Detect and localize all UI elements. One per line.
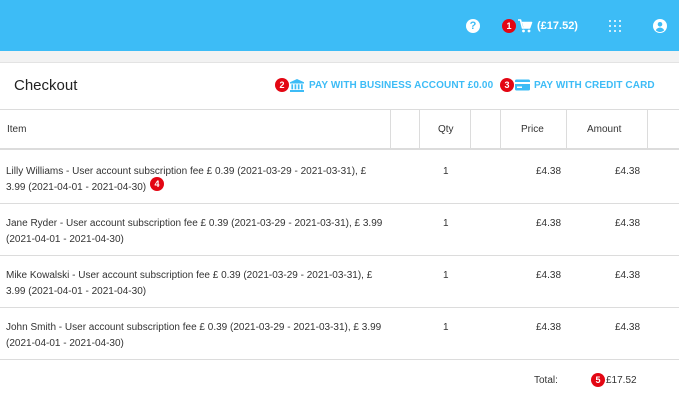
account-icon[interactable] <box>653 19 667 33</box>
item-qty: 1 <box>443 218 449 229</box>
item-amount: £4.38 <box>615 218 641 229</box>
total-value: £17.52 <box>606 375 637 386</box>
item-description: John Smith - User account subscription f… <box>6 322 382 349</box>
column-divider <box>647 110 648 150</box>
table-row: Lilly Williams - User account subscripti… <box>0 152 679 204</box>
column-divider <box>470 110 471 150</box>
item-price: £4.38 <box>536 218 562 229</box>
item-price: £4.38 <box>536 166 562 177</box>
column-divider <box>419 110 420 150</box>
help-icon[interactable]: ? <box>466 19 480 33</box>
cart-icon[interactable] <box>517 18 533 34</box>
bank-icon <box>290 79 304 92</box>
pay-card-label: PAY WITH CREDIT CARD <box>534 80 655 91</box>
column-header-qty[interactable]: Qty <box>438 124 454 135</box>
credit-card-icon <box>515 79 530 91</box>
page-title: Checkout <box>14 77 78 94</box>
table-row: Mike Kowalski - User account subscriptio… <box>0 256 679 308</box>
column-divider <box>566 110 567 150</box>
annotation-badge-1: 1 <box>502 19 516 33</box>
total-label: Total: <box>534 375 558 386</box>
table-row: John Smith - User account subscription f… <box>0 308 679 360</box>
item-description: Jane Ryder - User account subscription f… <box>6 218 383 245</box>
pay-business-label: PAY WITH BUSINESS ACCOUNT £0.00 <box>309 80 494 91</box>
checkout-header: Checkout PAY WITH BUSINESS ACCOUNT £0.00… <box>0 63 679 110</box>
annotation-badge-4: 4 <box>150 177 164 191</box>
item-qty: 1 <box>443 322 449 333</box>
item-amount: £4.38 <box>615 166 641 177</box>
checkout-panel: Checkout PAY WITH BUSINESS ACCOUNT £0.00… <box>0 62 679 400</box>
column-header-amount[interactable]: Amount <box>587 124 621 135</box>
annotation-badge-5: 5 <box>591 373 605 387</box>
item-description: Mike Kowalski - User account subscriptio… <box>6 270 373 297</box>
table-header: Item Qty Price Amount <box>0 110 679 150</box>
item-qty: 1 <box>443 166 449 177</box>
top-bar: ? (£17.52) <box>0 0 679 51</box>
item-price: £4.38 <box>536 322 562 333</box>
column-header-price[interactable]: Price <box>521 124 544 135</box>
cart-total[interactable]: (£17.52) <box>537 18 578 34</box>
table-row: Jane Ryder - User account subscription f… <box>0 204 679 256</box>
item-description: Lilly Williams - User account subscripti… <box>6 166 367 193</box>
column-divider <box>500 110 501 150</box>
item-amount: £4.38 <box>615 322 641 333</box>
item-qty: 1 <box>443 270 449 281</box>
item-price: £4.38 <box>536 270 562 281</box>
apps-grid-icon[interactable] <box>609 20 621 32</box>
annotation-badge-2: 2 <box>275 78 289 92</box>
column-divider <box>390 110 391 150</box>
item-amount: £4.38 <box>615 270 641 281</box>
column-header-item[interactable]: Item <box>7 124 26 135</box>
annotation-badge-3: 3 <box>500 78 514 92</box>
